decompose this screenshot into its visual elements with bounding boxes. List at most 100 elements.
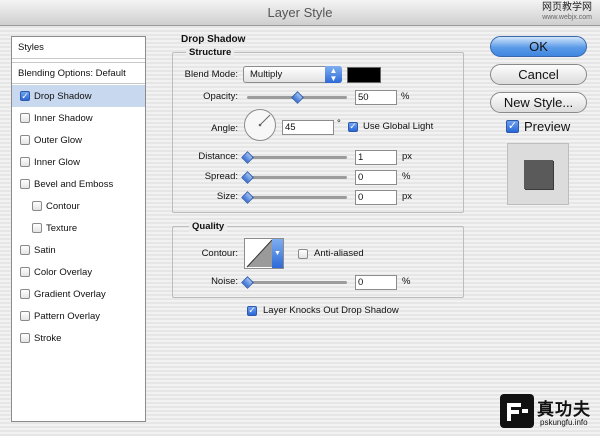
drop-shadow-title: Drop Shadow bbox=[181, 34, 246, 45]
style-item[interactable]: Color Overlay bbox=[12, 261, 145, 283]
spread-unit: % bbox=[402, 171, 411, 182]
watermark-top-line1: 网页教学网 bbox=[542, 2, 592, 13]
style-item-label: Inner Shadow bbox=[34, 112, 93, 124]
opacity-unit: % bbox=[401, 91, 410, 102]
noise-label: Noise: bbox=[211, 276, 238, 287]
checkmark-icon[interactable]: ✓ bbox=[20, 91, 30, 101]
style-item-label: Drop Shadow bbox=[34, 90, 92, 102]
use-global-light-label: Use Global Light bbox=[363, 121, 434, 132]
ps-logo-icon bbox=[500, 394, 534, 428]
style-item[interactable]: Texture bbox=[12, 217, 145, 239]
blend-mode-select[interactable]: Multiply ▲ ▼ bbox=[243, 66, 342, 83]
style-item[interactable]: Outer Glow bbox=[12, 129, 145, 151]
blend-mode-value: Multiply bbox=[250, 69, 283, 80]
checkbox-box[interactable] bbox=[20, 267, 30, 277]
size-unit: px bbox=[402, 191, 413, 202]
angle-label: Angle: bbox=[211, 123, 238, 134]
checkbox-box[interactable] bbox=[20, 157, 30, 167]
chevron-down-icon: ▼ bbox=[272, 239, 283, 268]
opacity-input[interactable]: 50 bbox=[355, 90, 397, 105]
style-item[interactable]: Contour bbox=[12, 195, 145, 217]
use-global-light-checkbox[interactable]: ✓ Use Global Light bbox=[348, 121, 433, 132]
style-item-label: Outer Glow bbox=[34, 134, 83, 146]
checkbox-box[interactable] bbox=[20, 113, 30, 123]
blending-options-item[interactable]: Blending Options: Default bbox=[12, 62, 145, 84]
blend-mode-label: Blend Mode: bbox=[184, 69, 238, 80]
spread-slider-track[interactable] bbox=[247, 176, 347, 179]
noise-input[interactable]: 0 bbox=[355, 275, 397, 290]
angle-unit: ° bbox=[337, 118, 341, 129]
preview-swatch bbox=[524, 160, 553, 189]
quality-title: Quality bbox=[189, 221, 228, 232]
preview-checkbox[interactable]: ✓ Preview bbox=[506, 119, 570, 134]
ps-logo-graphic bbox=[507, 403, 528, 421]
style-item-label: Contour bbox=[46, 200, 80, 212]
spread-input[interactable]: 0 bbox=[355, 170, 397, 185]
style-item-label: Bevel and Emboss bbox=[34, 178, 114, 190]
distance-label: Distance: bbox=[198, 151, 238, 162]
new-style-button[interactable]: New Style... bbox=[490, 92, 587, 113]
knockout-checkbox[interactable]: ✓ Layer Knocks Out Drop Shadow bbox=[247, 305, 399, 316]
size-slider-track[interactable] bbox=[247, 196, 347, 199]
anti-aliased-checkbox[interactable]: Anti-aliased bbox=[298, 248, 364, 259]
chevron-updown-icon: ▲ ▼ bbox=[325, 66, 342, 83]
style-item-label: Pattern Overlay bbox=[34, 310, 100, 322]
title-bar: Layer Style 网页教学网 www.webjx.com bbox=[0, 0, 600, 26]
contour-label: Contour: bbox=[201, 248, 238, 259]
noise-slider-track[interactable] bbox=[247, 281, 347, 284]
style-item-label: Inner Glow bbox=[34, 156, 80, 168]
knockout-label: Layer Knocks Out Drop Shadow bbox=[263, 305, 399, 316]
angle-dial[interactable] bbox=[243, 108, 277, 142]
style-item[interactable]: Satin bbox=[12, 239, 145, 261]
watermark-bottom-line2: pskungfu.info bbox=[540, 418, 588, 427]
spread-label: Spread: bbox=[204, 171, 238, 182]
contour-picker[interactable]: ▼ bbox=[244, 238, 284, 269]
opacity-label: Opacity: bbox=[203, 91, 238, 102]
quality-group bbox=[172, 226, 464, 298]
style-item-label: Stroke bbox=[34, 332, 62, 344]
preview-label: Preview bbox=[524, 119, 571, 134]
style-item[interactable]: ✓ Drop Shadow bbox=[12, 85, 145, 107]
size-label: Size: bbox=[216, 191, 238, 202]
checkmark-icon: ✓ bbox=[348, 121, 358, 132]
cancel-button[interactable]: Cancel bbox=[490, 64, 587, 85]
style-item[interactable]: Pattern Overlay bbox=[12, 305, 145, 327]
angle-input[interactable]: 45 bbox=[282, 120, 334, 135]
checkbox-box[interactable] bbox=[20, 135, 30, 145]
watermark-bottom-line1: 真功夫 bbox=[537, 400, 591, 419]
style-item-label: Satin bbox=[34, 244, 56, 256]
checkbox-box[interactable] bbox=[20, 245, 30, 255]
distance-unit: px bbox=[402, 151, 413, 162]
distance-slider-track[interactable] bbox=[247, 156, 347, 159]
watermark-top-line2: www.webjx.com bbox=[542, 14, 592, 21]
style-item[interactable]: Bevel and Emboss bbox=[12, 173, 145, 195]
checkbox-box[interactable] bbox=[20, 333, 30, 343]
ok-button[interactable]: OK bbox=[490, 36, 587, 57]
checkbox-box[interactable] bbox=[20, 179, 30, 189]
structure-title: Structure bbox=[186, 47, 235, 58]
size-input[interactable]: 0 bbox=[355, 190, 397, 205]
anti-aliased-label: Anti-aliased bbox=[314, 248, 364, 259]
style-item[interactable]: Inner Glow bbox=[12, 151, 145, 173]
checkmark-icon: ✓ bbox=[506, 120, 519, 133]
contour-graph-icon bbox=[246, 239, 273, 268]
checkbox-box[interactable] bbox=[32, 223, 42, 233]
style-item-label: Color Overlay bbox=[34, 266, 93, 278]
shadow-color-swatch[interactable] bbox=[347, 67, 381, 83]
watermark-bottom: 真功夫 pskungfu.info bbox=[500, 392, 598, 434]
style-item[interactable]: Inner Shadow bbox=[12, 107, 145, 129]
checkbox-box[interactable] bbox=[20, 289, 30, 299]
checkbox-box[interactable] bbox=[32, 201, 42, 211]
angle-dial-graphic bbox=[244, 109, 276, 141]
checkbox-box[interactable] bbox=[20, 311, 30, 321]
style-item[interactable]: Stroke bbox=[12, 327, 145, 349]
style-item-label: Gradient Overlay bbox=[34, 288, 106, 300]
checkbox-box bbox=[298, 248, 308, 259]
distance-input[interactable]: 1 bbox=[355, 150, 397, 165]
window-title: Layer Style bbox=[267, 5, 333, 20]
styles-header[interactable]: Styles bbox=[12, 37, 145, 59]
noise-unit: % bbox=[402, 276, 411, 287]
style-item[interactable]: Gradient Overlay bbox=[12, 283, 145, 305]
style-item-label: Texture bbox=[46, 222, 78, 234]
checkmark-icon: ✓ bbox=[247, 305, 257, 316]
